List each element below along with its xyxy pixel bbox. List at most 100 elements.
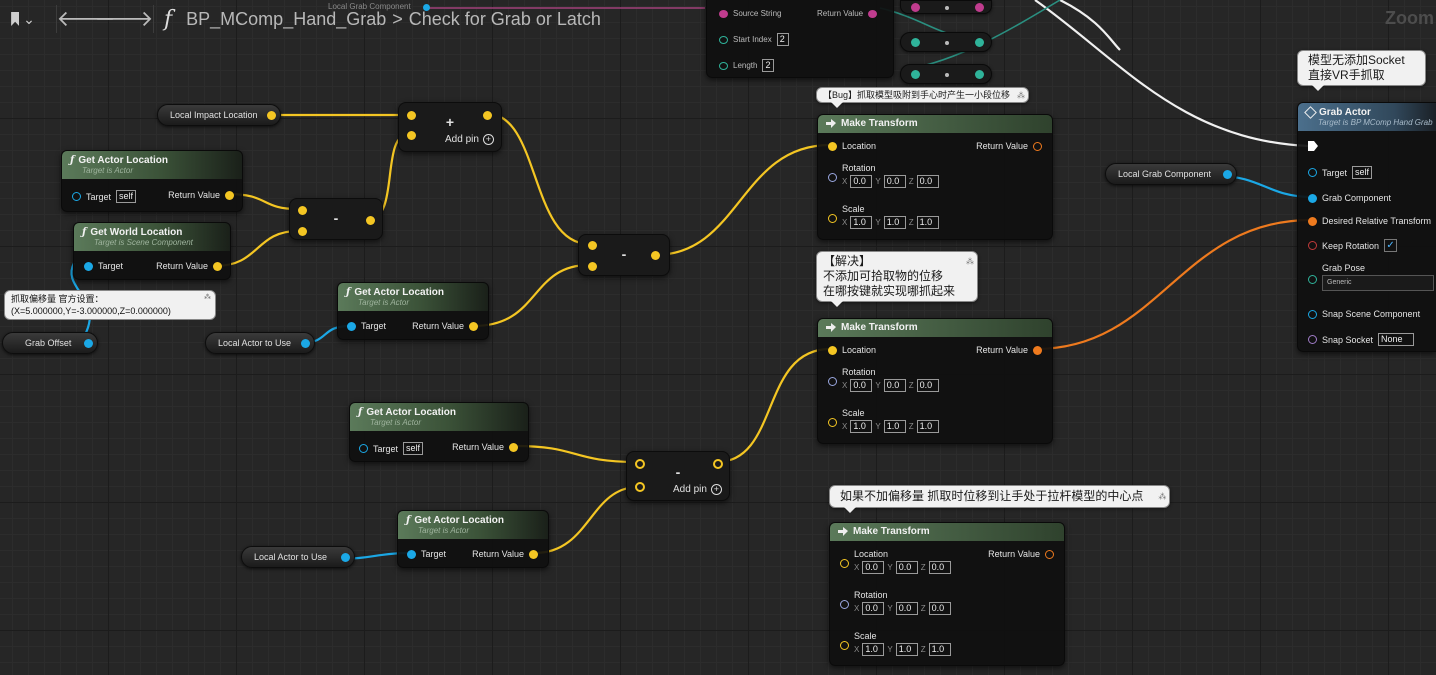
rotation-pin[interactable] (828, 173, 837, 182)
reroute-node[interactable] (900, 32, 992, 52)
scale-z-input[interactable]: 1.0 (916, 420, 939, 433)
target-pin[interactable] (72, 192, 81, 201)
variable-output-pin[interactable] (84, 339, 93, 348)
length-pin-row[interactable]: Length 2 (719, 59, 775, 72)
socket-comment[interactable]: 模型无添加Socket 直接VR手抓取 (1297, 50, 1426, 91)
source-string-pin-row[interactable]: Source String (719, 9, 781, 18)
location-x-input[interactable]: 0.0 (862, 561, 885, 574)
vector-subtract-node[interactable]: - Add pin + (626, 451, 730, 501)
target-pin-row[interactable]: Target (84, 261, 123, 271)
rotation-z-input[interactable]: 0.0 (916, 379, 939, 392)
pin-icon[interactable]: ⁂ (1017, 90, 1025, 102)
variable-output-pin[interactable] (1223, 170, 1232, 179)
exec-input-pin[interactable] (1308, 141, 1318, 151)
return-value-pin[interactable] (509, 442, 518, 452)
local-grab-component-variable[interactable]: Local Grab Component (1105, 163, 1237, 185)
length-input[interactable]: 2 (762, 59, 775, 72)
vector-subtract-node[interactable]: - (578, 234, 670, 276)
target-self-input[interactable]: self (1352, 166, 1373, 179)
local-actor-to-use-variable[interactable]: Local Actor to Use (205, 332, 315, 354)
make-transform-node[interactable]: Make Transform Location X 0.0 Y 0.0 Z 0.0 R… (829, 522, 1065, 666)
location-pin-row[interactable]: Location X 0.0 Y 0.0 Z 0.0 (840, 549, 951, 574)
target-pin[interactable] (407, 549, 416, 559)
input-b-pin[interactable] (407, 131, 416, 140)
rotation-x-input[interactable]: 0.0 (862, 602, 885, 615)
no-offset-comment[interactable]: 如果不加偏移量 抓取时位移到让手处于拉杆模型的中心点 ⁂ (829, 485, 1171, 513)
breadcrumb-graph[interactable]: Check for Grab or Latch (409, 9, 601, 30)
return-value-pin[interactable] (213, 261, 222, 271)
target-pin-row[interactable]: Target (407, 549, 446, 559)
input-b-pin[interactable] (298, 227, 307, 236)
return-value-pin-row[interactable]: Return Value (817, 9, 878, 18)
return-value-pin-row[interactable]: Return Value (472, 549, 538, 559)
bookmark-button[interactable]: ⌄ (0, 0, 46, 38)
get-actor-location-node[interactable]: ƒ Get Actor Location Target is Actor Targ… (397, 510, 549, 568)
reroute-input-pin[interactable] (911, 3, 920, 12)
start-index-pin[interactable] (719, 35, 728, 44)
return-value-pin[interactable] (868, 9, 878, 18)
return-value-pin-row[interactable]: Return Value (156, 261, 222, 271)
local-actor-to-use-variable[interactable]: Local Actor to Use (241, 546, 355, 568)
variable-output-pin[interactable] (267, 111, 276, 120)
location-pin[interactable] (828, 345, 837, 355)
return-value-pin[interactable] (225, 190, 234, 200)
pin-icon[interactable]: ⁂ (1158, 489, 1166, 504)
scale-pin[interactable] (840, 641, 849, 650)
reroute-output-pin[interactable] (975, 38, 984, 47)
target-pin[interactable] (1308, 168, 1317, 177)
pin-icon[interactable]: ⁂ (204, 292, 211, 304)
scale-pin[interactable] (828, 418, 837, 427)
desired-relative-transform-pin-row[interactable]: Desired Relative Transform (1308, 216, 1431, 226)
return-value-pin[interactable] (529, 549, 538, 559)
snap-scene-component-pin[interactable] (1308, 309, 1317, 319)
return-value-pin-row[interactable]: Return Value (976, 141, 1042, 151)
target-pin-row[interactable]: Target (347, 321, 386, 331)
reroute-input-pin[interactable] (911, 70, 920, 79)
scale-x-input[interactable]: 1.0 (850, 420, 873, 433)
get-world-location-node[interactable]: ƒ Get World Location Target is Scene Comp… (73, 222, 231, 280)
target-self-input[interactable]: self (116, 190, 137, 203)
location-pin[interactable] (828, 141, 837, 151)
keep-rotation-checkbox[interactable]: ✓ (1384, 239, 1398, 252)
bug-comment[interactable]: 【Bug】抓取模型吸附到手心时产生一小段位移 ⁂ (816, 87, 1030, 108)
scale-x-input[interactable]: 1.0 (850, 216, 873, 229)
rotation-y-input[interactable]: 0.0 (883, 175, 906, 188)
forward-button[interactable]: 🡒 (95, 0, 154, 38)
location-y-input[interactable]: 0.0 (895, 561, 918, 574)
top-node-output-pin[interactable] (423, 4, 430, 11)
grab-offset-variable[interactable]: Grab Offset (2, 332, 98, 354)
reroute-node[interactable] (900, 64, 992, 84)
snap-socket-pin[interactable] (1308, 335, 1317, 344)
return-value-pin-row[interactable]: Return Value (412, 321, 478, 331)
return-value-pin[interactable] (1045, 549, 1054, 559)
rotation-pin[interactable] (828, 377, 837, 386)
reroute-node[interactable] (900, 0, 992, 14)
return-value-pin-row[interactable]: Return Value (976, 345, 1042, 355)
rotation-pin-row[interactable]: Rotation X 0.0 Y 0.0 Z 0.0 (828, 163, 939, 188)
pin-icon[interactable]: ⁂ (966, 254, 974, 269)
scale-y-input[interactable]: 1.0 (895, 643, 918, 656)
scale-y-input[interactable]: 1.0 (883, 420, 906, 433)
grab-component-pin-row[interactable]: Grab Component (1308, 193, 1391, 203)
make-transform-node[interactable]: Make Transform Location Return Value Rot… (817, 318, 1053, 444)
target-pin[interactable] (359, 444, 368, 453)
get-actor-location-node[interactable]: ƒ Get Actor Location Target is Actor Targ… (349, 402, 529, 462)
target-pin[interactable] (84, 261, 93, 271)
keep-rotation-pin[interactable] (1308, 241, 1317, 250)
target-pin-row[interactable]: Target self (72, 190, 137, 203)
scale-pin-row[interactable]: Scale X 1.0 Y 1.0 Z 1.0 (828, 408, 939, 433)
add-pin-button[interactable]: Add pin + (445, 134, 494, 145)
return-value-pin-row[interactable]: Return Value (168, 190, 234, 200)
local-impact-location-variable[interactable]: Local Impact Location (157, 104, 281, 126)
substring-node[interactable]: Source String Return Value Start Index 2… (706, 0, 894, 78)
scale-pin-row[interactable]: Scale X 1.0 Y 1.0 Z 1.0 (840, 631, 951, 656)
grab-component-pin[interactable] (1308, 193, 1317, 203)
scale-pin-row[interactable]: Scale X 1.0 Y 1.0 Z 1.0 (828, 204, 939, 229)
target-pin[interactable] (347, 321, 356, 331)
grab-pose-pin[interactable] (1308, 275, 1317, 284)
scale-z-input[interactable]: 1.0 (928, 643, 951, 656)
target-pin-row[interactable]: Target self (359, 442, 424, 455)
scale-y-input[interactable]: 1.0 (883, 216, 906, 229)
snap-socket-input[interactable]: None (1378, 333, 1415, 346)
rotation-y-input[interactable]: 0.0 (883, 379, 906, 392)
